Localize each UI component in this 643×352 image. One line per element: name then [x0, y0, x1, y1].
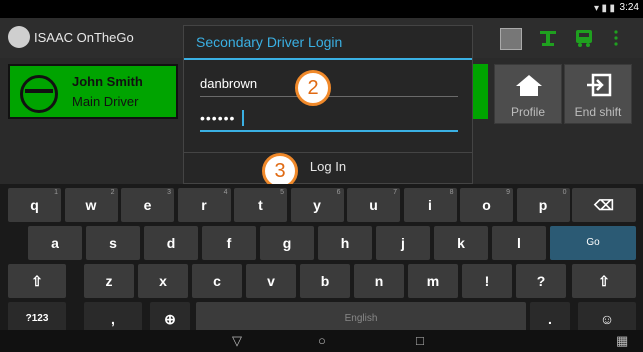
- key-label: w: [85, 197, 97, 213]
- key-number-hint: 8: [449, 189, 454, 196]
- key-label: r: [201, 197, 207, 213]
- overflow-menu-icon[interactable]: [612, 28, 620, 48]
- home-nav-icon[interactable]: ○: [318, 333, 326, 348]
- key-u[interactable]: u7: [347, 188, 400, 222]
- recents-icon[interactable]: □: [416, 333, 424, 348]
- exit-icon: [587, 73, 612, 97]
- driver-name: John Smith: [72, 74, 143, 89]
- key-h[interactable]: h: [318, 226, 372, 260]
- key-g[interactable]: g: [260, 226, 314, 260]
- key-v[interactable]: v: [246, 264, 296, 298]
- key-number-hint: 2: [110, 189, 115, 196]
- key-number-hint: 4: [223, 189, 228, 196]
- key-r[interactable]: r4: [177, 188, 231, 222]
- key-w[interactable]: w2: [64, 188, 118, 222]
- secondary-driver-login-dialog: Secondary Driver Login Log In: [183, 25, 473, 184]
- key-label: p: [538, 197, 548, 213]
- key-label: q: [30, 197, 39, 213]
- key-question[interactable]: ?: [516, 264, 566, 298]
- key-f[interactable]: f: [202, 226, 256, 260]
- key-label: e: [143, 197, 152, 213]
- key-x[interactable]: x: [138, 264, 188, 298]
- dialog-title-divider: [184, 58, 472, 60]
- key-e[interactable]: e3: [121, 188, 174, 222]
- driver-role: Main Driver: [72, 94, 139, 109]
- key-number-hint: 5: [280, 189, 284, 196]
- note-icon[interactable]: [500, 28, 522, 50]
- truck-icon[interactable]: [574, 28, 594, 48]
- steering-wheel-icon: [20, 75, 58, 113]
- shift-key-right[interactable]: ⇧: [572, 264, 636, 298]
- key-l[interactable]: l: [492, 226, 546, 260]
- key-c[interactable]: c: [192, 264, 242, 298]
- status-bar: ▾ ▮ ▮ 3:24: [0, 0, 643, 18]
- key-number-hint: 0: [562, 189, 567, 196]
- key-a[interactable]: a: [28, 226, 82, 260]
- key-n[interactable]: n: [354, 264, 404, 298]
- key-o[interactable]: o9: [460, 188, 513, 222]
- key-z[interactable]: z: [84, 264, 134, 298]
- key-q[interactable]: q1: [8, 188, 61, 222]
- network-icon[interactable]: [538, 28, 558, 48]
- profile-label: Profile: [510, 105, 545, 119]
- battery-icon: ▮: [609, 3, 615, 14]
- app-logo-icon: [8, 26, 30, 48]
- backspace-key[interactable]: ⌫: [572, 188, 636, 222]
- password-field[interactable]: [200, 106, 458, 132]
- navigation-bar: ▽ ○ □ ▦: [0, 330, 643, 352]
- keyboard-switch-icon[interactable]: ▦: [616, 333, 628, 349]
- key-b[interactable]: b: [300, 264, 350, 298]
- end-shift-button[interactable]: End shift: [564, 64, 632, 124]
- end-shift-label: End shift: [574, 105, 622, 119]
- key-number-hint: 6: [336, 189, 341, 196]
- dialog-divider: [184, 152, 472, 153]
- key-label: u: [369, 197, 378, 213]
- app-title: ISAAC OnTheGo: [34, 30, 134, 45]
- key-exclamation[interactable]: !: [462, 264, 512, 298]
- text-caret: [242, 110, 244, 126]
- key-label: y: [313, 197, 321, 213]
- key-number-hint: 1: [54, 189, 58, 196]
- step-2-marker: 2: [295, 70, 331, 106]
- key-label: i: [428, 197, 432, 213]
- wifi-icon: ▾: [593, 3, 599, 14]
- key-number-hint: 9: [506, 189, 510, 196]
- key-number-hint: 3: [167, 189, 171, 196]
- key-d[interactable]: d: [144, 226, 198, 260]
- status-time: 3:24: [619, 2, 639, 13]
- log-in-button[interactable]: Log In: [184, 154, 472, 184]
- profile-button[interactable]: Profile: [494, 64, 562, 124]
- key-i[interactable]: i8: [403, 188, 457, 222]
- key-s[interactable]: s: [86, 226, 140, 260]
- home-icon: [516, 75, 542, 96]
- key-y[interactable]: y6: [290, 188, 344, 222]
- on-screen-keyboard: ⌫ Go ⇧ ⇧ ?123 , ⊕ English . ☺ q1w2e3r4t5…: [0, 184, 643, 336]
- key-p[interactable]: p0: [516, 188, 570, 222]
- key-t[interactable]: t5: [234, 188, 287, 222]
- key-j[interactable]: j: [376, 226, 430, 260]
- driver-card[interactable]: John Smith Main Driver: [8, 64, 178, 119]
- signal-icon: ▮: [601, 3, 607, 14]
- go-key[interactable]: Go: [550, 226, 636, 260]
- shift-key-left[interactable]: ⇧: [8, 264, 66, 298]
- key-label: t: [258, 197, 263, 213]
- back-icon[interactable]: ▽: [232, 333, 242, 349]
- dialog-title: Secondary Driver Login: [196, 34, 343, 50]
- key-m[interactable]: m: [408, 264, 458, 298]
- key-number-hint: 7: [393, 189, 397, 196]
- key-label: o: [482, 197, 491, 213]
- key-k[interactable]: k: [434, 226, 488, 260]
